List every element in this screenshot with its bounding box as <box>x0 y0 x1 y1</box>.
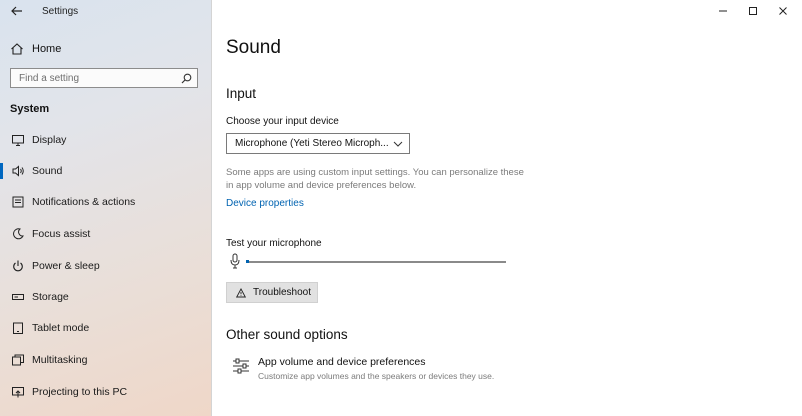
chevron-down-icon <box>393 140 403 148</box>
sidebar-item-label: Notifications & actions <box>32 196 135 208</box>
troubleshoot-label: Troubleshoot <box>253 287 311 298</box>
microphone-icon <box>230 253 240 269</box>
sidebar-item-label: Display <box>32 134 66 146</box>
search-placeholder: Find a setting <box>19 73 79 84</box>
sidebar-item-label: Projecting to this PC <box>32 386 127 398</box>
title-bar: Settings <box>0 0 211 24</box>
sidebar-item-sound[interactable]: Sound <box>0 159 211 183</box>
sidebar-item-tablet-mode[interactable]: Tablet mode <box>0 316 211 340</box>
sidebar-item-display[interactable]: Display <box>0 128 211 152</box>
tablet-icon <box>11 321 25 335</box>
sidebar-item-label: Storage <box>32 291 69 303</box>
troubleshoot-button[interactable]: Troubleshoot <box>226 282 318 303</box>
test-microphone-label: Test your microphone <box>226 238 322 249</box>
speaker-icon <box>11 164 25 178</box>
sidebar-item-label: Tablet mode <box>32 322 89 334</box>
display-icon <box>11 133 25 147</box>
app-title: Settings <box>42 6 78 17</box>
warning-icon <box>236 288 246 298</box>
selection-indicator <box>0 163 3 179</box>
back-arrow-icon[interactable] <box>10 4 24 18</box>
sidebar-item-notifications[interactable]: Notifications & actions <box>0 190 211 214</box>
sidebar-section-title: System <box>10 103 49 115</box>
notifications-icon <box>11 195 25 209</box>
home-icon <box>10 42 24 56</box>
sliders-icon <box>232 358 250 374</box>
moon-icon <box>11 227 25 241</box>
input-heading: Input <box>226 86 256 101</box>
sidebar-item-power-sleep[interactable]: Power & sleep <box>0 254 211 278</box>
sidebar-item-label: Sound <box>32 165 62 177</box>
projecting-icon <box>11 385 25 399</box>
other-sound-options-heading: Other sound options <box>226 327 348 342</box>
sidebar-item-label: Focus assist <box>32 228 90 240</box>
sidebar-item-projecting[interactable]: Projecting to this PC <box>0 380 211 404</box>
search-input[interactable]: Find a setting <box>10 68 198 88</box>
app-volume-subtitle: Customize app volumes and the speakers o… <box>258 371 494 381</box>
main-content: Sound Input Choose your input device Mic… <box>226 0 786 416</box>
power-icon <box>11 259 25 273</box>
mic-level-meter <box>246 261 506 263</box>
page-title: Sound <box>226 37 281 59</box>
sidebar-item-label: Multitasking <box>32 354 87 366</box>
home-label: Home <box>32 43 61 55</box>
sidebar-item-label: Power & sleep <box>32 260 100 272</box>
input-device-dropdown[interactable]: Microphone (Yeti Stereo Microph... <box>226 133 410 154</box>
mic-level-fill <box>246 260 249 263</box>
search-icon[interactable] <box>181 73 192 84</box>
app-volume-title: App volume and device preferences <box>258 356 426 368</box>
input-device-label: Choose your input device <box>226 116 339 127</box>
sidebar-item-storage[interactable]: Storage <box>0 285 211 309</box>
sidebar: Settings Home Find a setting System Disp… <box>0 0 212 416</box>
storage-icon <box>11 290 25 304</box>
input-description: Some apps are using custom input setting… <box>226 166 526 192</box>
app-volume-preferences-link[interactable]: App volume and device preferences Custom… <box>232 356 612 384</box>
sidebar-item-home[interactable]: Home <box>10 40 61 58</box>
device-properties-link[interactable]: Device properties <box>226 198 304 209</box>
sidebar-item-multitasking[interactable]: Multitasking <box>0 348 211 372</box>
sidebar-item-focus-assist[interactable]: Focus assist <box>0 222 211 246</box>
input-device-value: Microphone (Yeti Stereo Microph... <box>235 138 389 149</box>
settings-window: Settings Home Find a setting System Disp… <box>0 0 802 416</box>
multitasking-icon <box>11 353 25 367</box>
